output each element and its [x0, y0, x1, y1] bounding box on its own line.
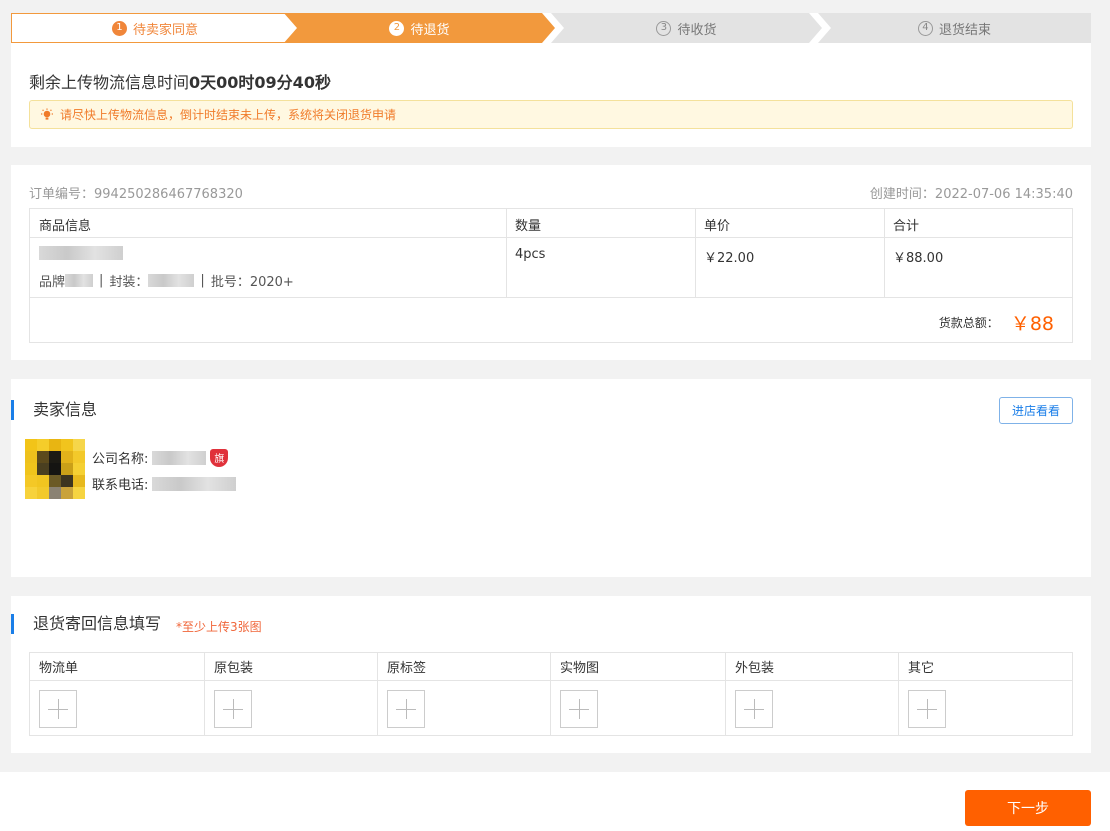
- upload-header-outer-package: 外包装: [726, 653, 898, 681]
- upload-column-waybill: 物流单: [30, 653, 205, 735]
- col-header-price: 单价: [704, 219, 731, 234]
- add-other-image-button[interactable]: [908, 690, 946, 728]
- step-1-label: 待卖家同意: [132, 22, 198, 38]
- upload-column-other: 其它: [899, 653, 1072, 735]
- lightbulb-icon: [41, 108, 53, 120]
- upload-column-actual-photo: 实物图: [551, 653, 726, 735]
- attr-separator-2: |: [200, 273, 205, 288]
- col-header-product: 商品信息: [39, 219, 92, 234]
- brand-label: 品牌: [39, 275, 66, 290]
- company-name-redacted: [152, 450, 207, 465]
- phone-label: 联系电话:: [92, 478, 149, 493]
- attr-separator-1: |: [99, 273, 104, 288]
- phone-row: 联系电话:: [92, 474, 237, 493]
- order-number: 订单编号：994250286467768320: [29, 183, 243, 202]
- order-total-value: ￥88: [1010, 313, 1054, 335]
- upload-header-other: 其它: [899, 653, 1072, 681]
- upload-column-original-label: 原标签: [378, 653, 551, 735]
- col-header-qty: 数量: [515, 219, 542, 234]
- step-2-number: 2: [389, 20, 405, 36]
- notice-bar: 请尽快上传物流信息，倒计时结束未上传，系统将关闭退货申请: [29, 100, 1073, 129]
- order-number-label: 订单编号：: [29, 187, 95, 202]
- order-total: 货款总额： ￥88: [939, 309, 1054, 336]
- order-number-value: 994250286467768320: [94, 187, 243, 202]
- package-label: 封装：: [109, 275, 149, 290]
- countdown-prefix: 剩余上传物流信息时间: [29, 73, 190, 92]
- add-original-label-image-button[interactable]: [387, 690, 425, 728]
- step-3-number: 3: [656, 20, 672, 36]
- item-subtotal: ￥88.00: [893, 251, 944, 266]
- footer-bar: [0, 772, 1110, 831]
- batch-label-text: 批号：: [210, 275, 250, 290]
- upload-header-actual-photo: 实物图: [551, 653, 725, 681]
- upload-header-waybill: 物流单: [30, 653, 204, 681]
- step-4-label: 退货结束: [938, 22, 991, 38]
- brand-redacted: [65, 274, 94, 287]
- item-qty: 4pcs: [515, 247, 546, 262]
- upload-header-original-package: 原包装: [205, 653, 377, 681]
- order-table: 商品信息 数量 单价 合计 品牌 | 封装： | 批号：2020+ 4pcs ￥…: [29, 208, 1073, 343]
- product-attrs: 品牌 | 封装： | 批号：2020+: [30, 271, 294, 290]
- next-step-button[interactable]: 下一步: [965, 790, 1091, 826]
- progress-stepper: 1 待卖家同意 2 待退货 3 待收货 4 退货结束: [11, 13, 1091, 43]
- order-created: 创建时间：2022-07-06 14:35:40: [870, 183, 1073, 202]
- seller-section-title: 卖家信息: [11, 400, 97, 420]
- batch-value: 2020+: [249, 275, 294, 290]
- step-1: 1 待卖家同意: [11, 13, 299, 43]
- package-redacted: [148, 274, 195, 287]
- upload-hint: *至少上传3张图: [176, 620, 262, 634]
- step-2-label: 待退货: [410, 22, 450, 38]
- flagship-badge: 旗: [210, 448, 229, 467]
- step-3: 3 待收货: [551, 13, 822, 43]
- col-header-subtotal: 合计: [893, 219, 920, 234]
- step-2: 2 待退货: [284, 13, 555, 43]
- order-created-value: 2022-07-06 14:35:40: [934, 187, 1073, 202]
- order-meta: 订单编号：994250286467768320 创建时间：2022-07-06 …: [29, 183, 1073, 202]
- notice-text: 请尽快上传物流信息，倒计时结束未上传，系统将关闭退货申请: [60, 108, 397, 122]
- batch-label: 批号：2020+: [211, 271, 294, 290]
- step-1-number: 1: [111, 20, 127, 36]
- order-created-label: 创建时间：: [869, 187, 935, 202]
- item-price: ￥22.00: [704, 251, 755, 266]
- add-waybill-image-button[interactable]: [39, 690, 77, 728]
- countdown-time: 0天00时09分40秒: [189, 73, 331, 92]
- upload-section-title: 退货寄回信息填写: [11, 614, 161, 634]
- company-name-row: 公司名称: 旗: [92, 448, 229, 467]
- step-4: 4 退货结束: [818, 13, 1091, 43]
- add-actual-photo-button[interactable]: [560, 690, 598, 728]
- order-total-label: 货款总额：: [938, 316, 999, 330]
- product-name-redacted: [39, 245, 123, 260]
- visit-shop-button[interactable]: 进店看看: [999, 397, 1073, 424]
- upload-header-original-label: 原标签: [378, 653, 550, 681]
- seller-avatar: [25, 439, 85, 499]
- product-name: [30, 245, 123, 260]
- upload-countdown: 剩余上传物流信息时间0天00时09分40秒: [29, 69, 331, 93]
- upload-column-outer-package: 外包装: [726, 653, 899, 735]
- add-outer-package-image-button[interactable]: [735, 690, 773, 728]
- company-name-label: 公司名称:: [92, 452, 149, 467]
- upload-column-original-package: 原包装: [205, 653, 378, 735]
- add-original-package-image-button[interactable]: [214, 690, 252, 728]
- phone-redacted: [152, 476, 237, 491]
- upload-table: 物流单 原包装 原标签 实物图 外包装 其它: [29, 652, 1073, 736]
- step-3-label: 待收货: [677, 22, 717, 38]
- step-4-number: 4: [917, 20, 933, 36]
